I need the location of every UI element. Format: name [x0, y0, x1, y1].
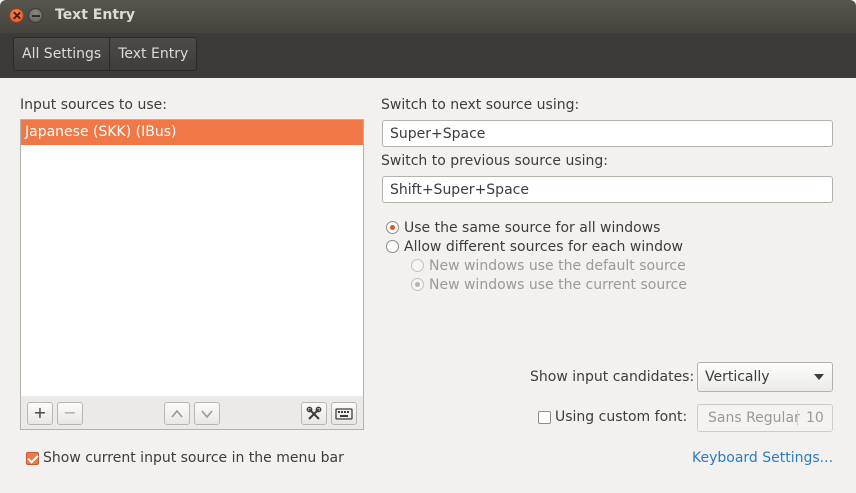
close-icon[interactable] [9, 8, 24, 23]
list-item[interactable]: Japanese (SKK) (IBus) [21, 120, 363, 145]
different-sources-label[interactable]: Allow different sources for each window [404, 239, 683, 255]
add-source-button[interactable]: + [27, 402, 53, 425]
input-sources-list[interactable]: Japanese (SKK) (IBus) [20, 119, 364, 397]
chevron-up-icon [171, 409, 183, 418]
custom-font-label[interactable]: Using custom font: [555, 409, 687, 425]
tools-icon [306, 406, 322, 420]
same-source-radio[interactable] [386, 221, 399, 234]
input-candidates-dropdown[interactable]: Vertically [697, 362, 833, 392]
input-sources-label: Input sources to use: [20, 97, 167, 113]
switch-previous-shortcut-field[interactable]: Shift+Super+Space [382, 176, 833, 203]
switch-next-label: Switch to next source using: [381, 97, 580, 113]
current-source-label: New windows use the current source [429, 277, 687, 293]
different-sources-radio[interactable] [386, 240, 399, 253]
minimize-icon[interactable] [28, 8, 43, 23]
keyboard-settings-link[interactable]: Keyboard Settings... [692, 450, 833, 466]
window-title: Text Entry [55, 7, 136, 23]
breadcrumb-all-settings[interactable]: All Settings [14, 38, 109, 70]
chevron-down-icon [201, 410, 213, 419]
title-bar: Text Entry [0, 0, 856, 33]
switch-next-shortcut-field[interactable]: Super+Space [382, 120, 833, 147]
default-source-radio[interactable] [411, 259, 424, 272]
font-chooser-button[interactable]: Sans Regular 10 [697, 404, 833, 432]
text-entry-window: Text Entry All Settings Text Entry Input… [0, 0, 856, 493]
keyboard-icon [335, 408, 353, 420]
show-in-menubar-label[interactable]: Show current input source in the menu ba… [43, 450, 344, 466]
input-sources-toolbar: + − [20, 396, 364, 430]
switch-previous-label: Switch to previous source using: [381, 153, 609, 169]
minus-icon: − [63, 403, 77, 422]
font-name: Sans Regular [708, 410, 800, 426]
source-preferences-button[interactable] [301, 402, 327, 425]
move-up-button[interactable] [164, 402, 190, 425]
same-source-label[interactable]: Use the same source for all windows [404, 220, 660, 236]
plus-icon: + [33, 403, 47, 422]
input-candidates-value: Vertically [705, 369, 770, 385]
remove-source-button[interactable]: − [57, 402, 83, 425]
current-source-radio[interactable] [411, 278, 424, 291]
keyboard-layout-button[interactable] [331, 402, 357, 425]
show-in-menubar-checkbox[interactable] [26, 452, 39, 465]
default-source-label: New windows use the default source [429, 258, 686, 274]
input-candidates-label: Show input candidates: [530, 369, 695, 385]
dropdown-arrow-icon [814, 374, 824, 380]
move-down-button[interactable] [194, 402, 220, 425]
custom-font-checkbox[interactable] [538, 411, 551, 424]
toolbar: All Settings Text Entry [0, 33, 856, 78]
font-separator [797, 410, 798, 426]
font-size: 10 [806, 410, 824, 426]
breadcrumb-text-entry[interactable]: Text Entry [109, 38, 196, 70]
breadcrumb: All Settings Text Entry [13, 37, 198, 71]
